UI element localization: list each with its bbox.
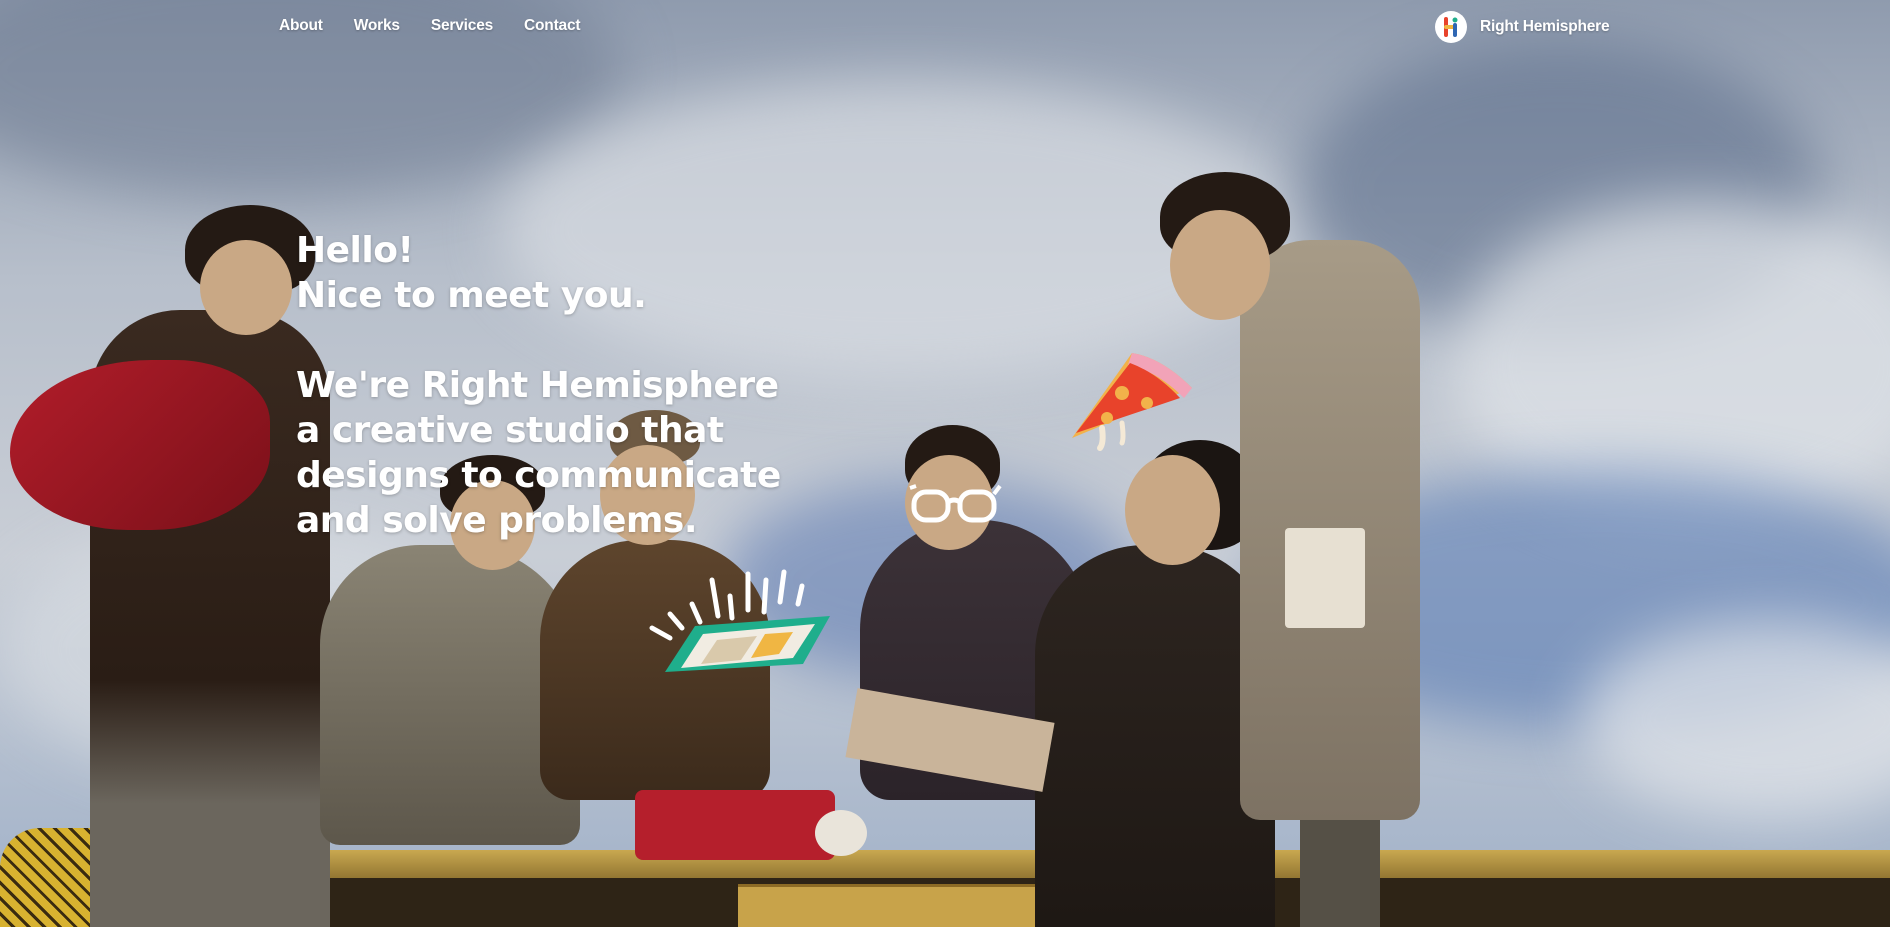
brand-name: Right Hemisphere bbox=[1480, 18, 1610, 35]
glasses-icon bbox=[909, 484, 1002, 523]
right-hemisphere-logo-icon bbox=[1435, 11, 1467, 43]
hero-intro-line: We're Right Hemisphere bbox=[296, 365, 779, 406]
nav-link-about[interactable]: About bbox=[279, 17, 323, 35]
sparkle-lines-icon bbox=[649, 569, 805, 641]
hero-text: Hello! Nice to meet you. We're Right Hem… bbox=[296, 228, 781, 543]
main-nav: About Works Services Contact bbox=[279, 17, 611, 35]
hero-subgreeting: Nice to meet you. bbox=[296, 275, 647, 316]
hero-intro-line: a creative studio that bbox=[296, 410, 724, 451]
nav-link-contact[interactable]: Contact bbox=[524, 17, 580, 35]
nav-link-works[interactable]: Works bbox=[354, 17, 400, 35]
nav-link-services[interactable]: Services bbox=[431, 17, 493, 35]
teapot bbox=[815, 810, 867, 856]
hero-page: About Works Services Contact Right Hemis… bbox=[0, 0, 1890, 927]
hero-intro-line: designs to communicate bbox=[296, 455, 781, 496]
pizza-slice-icon bbox=[1072, 353, 1192, 451]
red-bundle bbox=[635, 790, 835, 860]
wooden-crate bbox=[738, 884, 1068, 927]
hero-intro-line: and solve problems. bbox=[296, 500, 698, 541]
hero-greeting: Hello! bbox=[296, 230, 414, 271]
brand-home-link[interactable]: Right Hemisphere bbox=[1435, 11, 1610, 43]
